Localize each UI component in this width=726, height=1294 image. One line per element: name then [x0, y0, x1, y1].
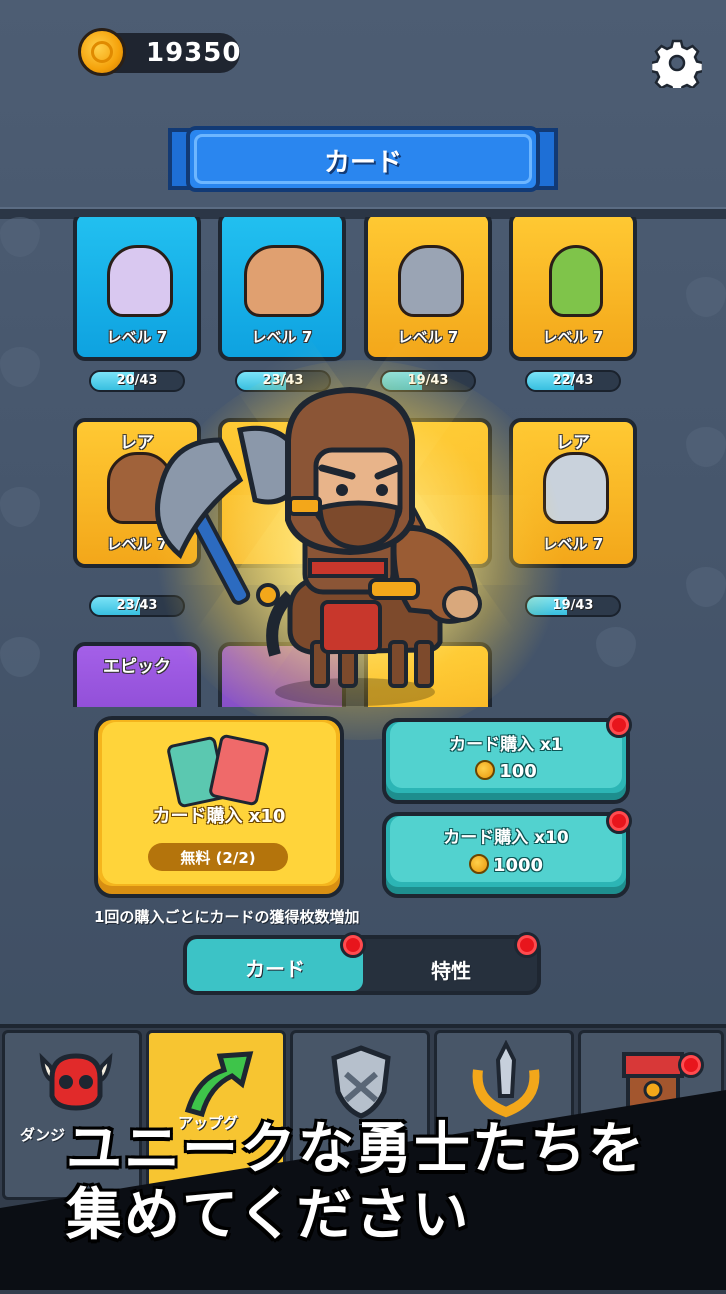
- coin-icon: [468, 854, 489, 874]
- notification-badge: [606, 712, 632, 738]
- buy-10-price-value: 1000: [492, 855, 544, 876]
- bg-shield-icon: [0, 487, 40, 527]
- hero-card[interactable]: レベル 7: [218, 217, 346, 361]
- bg-shield-icon: [0, 217, 40, 257]
- card-level: レベル 7: [397, 328, 459, 346]
- page-title: カード: [323, 148, 402, 178]
- notification-badge: [606, 808, 632, 834]
- bg-shield-icon: [596, 627, 636, 667]
- promo-line-2: 集めてください: [66, 1183, 471, 1248]
- hero-card[interactable]: レベル 7: [73, 217, 201, 361]
- buy-10-price: 1000: [382, 854, 630, 876]
- buy-1-price: 100: [382, 760, 630, 782]
- hero-card[interactable]: レベル 7: [364, 217, 492, 361]
- notification-badge: [514, 932, 540, 958]
- card-progress-text: 22/43: [552, 373, 594, 388]
- bg-shield-icon: [0, 637, 40, 677]
- bg-shield-icon: [0, 347, 40, 387]
- coin-icon: [475, 760, 496, 780]
- coin-icon: [78, 28, 126, 76]
- free-count-text: 無料 (2/2): [180, 849, 256, 867]
- buy-10-free-label: カード購入 x10: [152, 806, 286, 827]
- notification-badge: [340, 932, 366, 958]
- card-level: レベル 7: [106, 328, 168, 346]
- tab-traits[interactable]: 特性: [365, 955, 537, 984]
- gear-icon[interactable]: [652, 38, 702, 88]
- bg-sword-icon: [686, 427, 726, 467]
- horse-rider-hero-icon: [155, 386, 482, 706]
- coin-amount: 19350: [146, 38, 242, 68]
- wizard-portrait: [107, 245, 173, 317]
- tab-cards-label: カード: [245, 957, 305, 981]
- buy-1-label: カード購入 x1: [449, 735, 563, 755]
- purchase-note: 1回の購入ごとにカードの獲得枚数増加: [94, 908, 360, 926]
- barbarian-portrait: [244, 245, 324, 317]
- card-level: レベル 7: [251, 328, 313, 346]
- bg-sword-icon: [686, 277, 726, 317]
- card-progress-bar: 22/43: [525, 370, 621, 392]
- knight-portrait: [398, 245, 464, 317]
- buy-10-label: カード購入 x10: [443, 828, 569, 848]
- card-level: レベル 7: [542, 328, 604, 346]
- notification-badge: [678, 1052, 704, 1078]
- hero-card[interactable]: レベル 7: [509, 217, 637, 361]
- buy-1-price-value: 100: [499, 761, 537, 782]
- goblin-portrait: [549, 245, 603, 317]
- bg-sword-icon: [686, 567, 726, 607]
